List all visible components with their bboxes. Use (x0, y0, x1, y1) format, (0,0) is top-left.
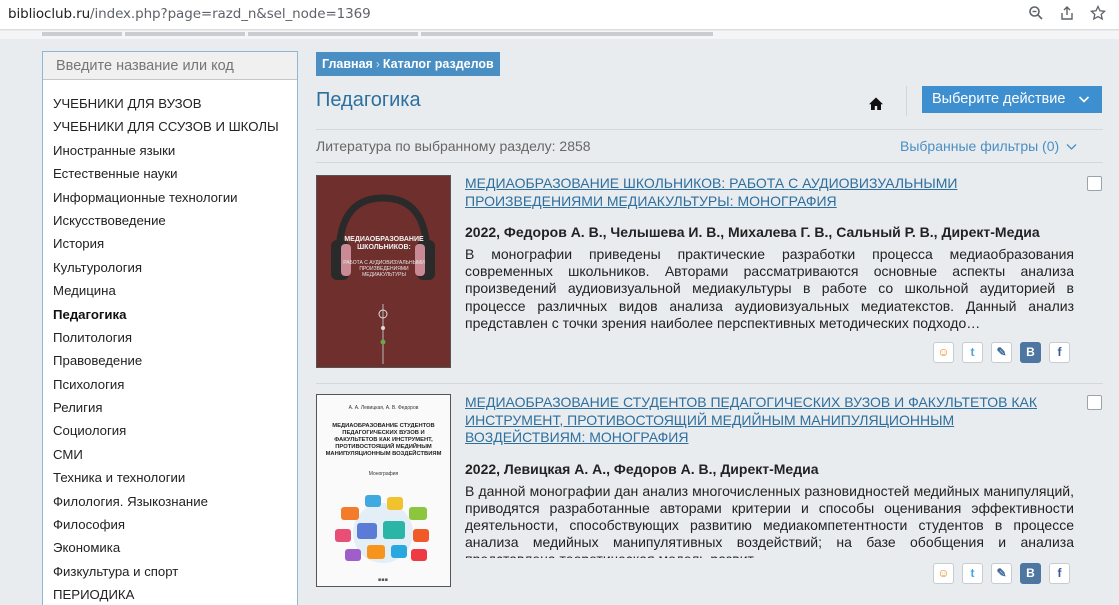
sidebar-item-16[interactable]: СМИ (43, 443, 297, 466)
breadcrumb-home-link[interactable]: Главная (320, 57, 375, 71)
twitter-icon[interactable]: t (962, 563, 983, 584)
share-icon[interactable] (1057, 5, 1077, 25)
livejournal-icon[interactable]: ✎ (991, 342, 1012, 363)
vkontakte-icon[interactable]: В (1020, 563, 1041, 584)
book-title-link[interactable]: МЕДИАОБРАЗОВАНИЕ ШКОЛЬНИКОВ: РАБОТА С АУ… (465, 175, 1074, 210)
book-info: МЕДИАОБРАЗОВАНИЕ СТУДЕНТОВ ПЕДАГОГИЧЕСКИ… (465, 394, 1074, 558)
book-info: МЕДИАОБРАЗОВАНИЕ ШКОЛЬНИКОВ: РАБОТА С АУ… (465, 175, 1074, 332)
browser-address-bar[interactable]: biblioclub.ru/index.php?page=razd_n&sel_… (0, 0, 1119, 30)
livejournal-icon[interactable]: ✎ (991, 563, 1012, 584)
book-meta: 2022, Левицкая А. А., Федоров А. В., Дир… (465, 460, 819, 477)
sidebar-item-3[interactable]: Иностранные языки (43, 139, 297, 162)
search-input[interactable] (43, 52, 297, 80)
zoom-icon[interactable] (1026, 5, 1046, 25)
sidebar-item-14[interactable]: Религия (43, 396, 297, 419)
book-item: А. А. Левицкая, А. В. Федоров МЕДИАОБРАЗ… (316, 394, 1103, 594)
url-text[interactable]: biblioclub.ru/index.php?page=razd_n&sel_… (8, 6, 371, 22)
twitter-icon[interactable]: t (962, 342, 983, 363)
breadcrumb-catalog-link[interactable]: Каталог разделов (381, 57, 496, 71)
book-title-link[interactable]: МЕДИАОБРАЗОВАНИЕ СТУДЕНТОВ ПЕДАГОГИЧЕСКИ… (465, 394, 1074, 447)
book-cover[interactable]: А. А. Левицкая, А. В. Федоров МЕДИАОБРАЗ… (316, 394, 451, 587)
book-description: В монографии приведены практические разр… (465, 246, 1074, 331)
select-checkbox[interactable] (1087, 395, 1102, 410)
vkontakte-icon[interactable]: В (1020, 342, 1041, 363)
odnoklassniki-icon[interactable]: ☺ (933, 342, 954, 363)
site-top-strip (0, 31, 1119, 39)
sidebar-item-13[interactable]: Психология (43, 373, 297, 396)
sidebar-item-1[interactable]: УЧЕБНИКИ ДЛЯ ВУЗОВ (43, 92, 297, 115)
sidebar-item-8[interactable]: Культурология (43, 256, 297, 279)
select-action-button[interactable]: Выберите действие (922, 86, 1102, 113)
chevron-down-icon (1078, 86, 1090, 122)
book-description: В данной монографии дан анализ многочисл… (465, 482, 1074, 558)
sidebar-item-4[interactable]: Естественные науки (43, 162, 297, 185)
selected-filters-toggle[interactable]: Выбранные фильтры (0) (900, 138, 1077, 154)
sidebar-item-6[interactable]: Искусствоведение (43, 209, 297, 232)
sidebar-item-22[interactable]: ПЕРИОДИКА (43, 583, 297, 605)
book-meta: 2022, Федоров А. В., Челышева И. В., Мих… (465, 224, 1040, 240)
svg-text:▪▪▪: ▪▪▪ (378, 577, 388, 583)
sidebar-item-5[interactable]: Информационные технологии (43, 186, 297, 209)
cover-title: МЕДИАОБРАЗОВАНИЕ СТУДЕНТОВ ПЕДАГОГИЧЕСКИ… (325, 423, 442, 457)
sidebar-item-7[interactable]: История (43, 232, 297, 255)
chevron-down-icon (1063, 142, 1077, 154)
facebook-icon[interactable]: f (1049, 563, 1070, 584)
sidebar-item-11[interactable]: Политология (43, 326, 297, 349)
divider (906, 86, 907, 116)
divider (316, 129, 1103, 130)
facebook-icon[interactable]: f (1049, 342, 1070, 363)
cover-title: МЕДИАОБРАЗОВАНИЕ ШКОЛЬНИКОВ: (344, 236, 424, 251)
cover-subtitle: РАБОТА С АУДИОВИЗУАЛЬНЫМИ ПРОИЗВЕДЕНИЯМИ… (343, 260, 425, 278)
category-sidebar: УЧЕБНИКИ ДЛЯ ВУЗОВУЧЕБНИКИ ДЛЯ ССУЗОВ И … (42, 51, 298, 605)
sidebar-item-20[interactable]: Экономика (43, 536, 297, 559)
divider (316, 383, 1103, 384)
cover-authors: А. А. Левицкая, А. В. Федоров (348, 405, 419, 411)
book-item: МЕДИАОБРАЗОВАНИЕ ШКОЛЬНИКОВ: РАБОТА С АУ… (316, 175, 1103, 370)
share-buttons: ☺ t ✎ В f (933, 342, 1070, 363)
sidebar-item-21[interactable]: Физкультура и спорт (43, 560, 297, 583)
sidebar-item-18[interactable]: Филология. Языкознание (43, 490, 297, 513)
sidebar-item-2[interactable]: УЧЕБНИКИ ДЛЯ ССУЗОВ И ШКОЛЫ (43, 115, 297, 138)
media-icons-cover-art: ▪▪▪ (335, 495, 429, 583)
share-buttons: ☺ t ✎ В f (933, 563, 1070, 584)
breadcrumb: Главная › Каталог разделов (316, 52, 500, 76)
select-checkbox[interactable] (1087, 176, 1102, 191)
page-title: Педагогика (316, 89, 421, 111)
result-count: Литература по выбранному разделу: 2858 (316, 138, 591, 154)
book-cover[interactable]: МЕДИАОБРАЗОВАНИЕ ШКОЛЬНИКОВ: РАБОТА С АУ… (316, 175, 451, 368)
sidebar-item-9[interactable]: Медицина (43, 279, 297, 302)
cover-label: Монография (368, 471, 399, 477)
sidebar-item-19[interactable]: Философия (43, 513, 297, 536)
category-list: УЧЕБНИКИ ДЛЯ ВУЗОВ УЧЕБНИКИ ДЛЯ ССУЗОВ И … (43, 92, 297, 605)
sidebar-item-12[interactable]: Правоведение (43, 349, 297, 372)
divider (316, 162, 1103, 163)
odnoklassniki-icon[interactable]: ☺ (933, 563, 954, 584)
bookmark-star-icon[interactable] (1088, 4, 1108, 25)
sidebar-item-10[interactable]: Педагогика (43, 303, 297, 326)
home-icon[interactable] (868, 96, 884, 112)
sidebar-item-17[interactable]: Техника и технологии (43, 466, 297, 489)
sidebar-item-15[interactable]: Социология (43, 419, 297, 442)
